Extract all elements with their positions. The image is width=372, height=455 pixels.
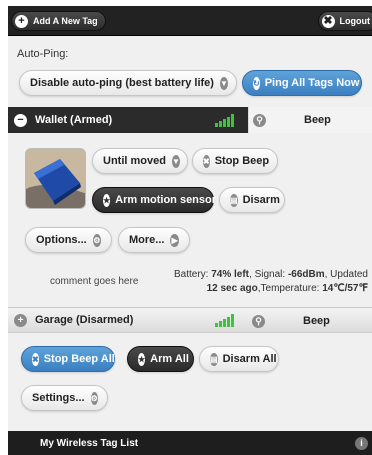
disarm-button[interactable]: ▤ Disarm <box>219 187 285 213</box>
tag-status: Battery: 74% left, Signal: -66dBm, Updat… <box>168 268 368 296</box>
options-label: Options... <box>36 234 87 246</box>
battery-prefix: Battery: <box>173 269 212 280</box>
logout-label: Logout <box>339 16 371 26</box>
wallet-image <box>26 149 85 208</box>
signal-icon <box>215 113 237 127</box>
beep-label: Beep <box>303 315 330 327</box>
disarm-label: Disarm <box>242 194 280 206</box>
until-moved-label: Until moved <box>103 155 166 167</box>
options-button[interactable]: Options... ⚙ <box>25 227 112 253</box>
temp-value: 14℃/57℉ <box>322 283 368 294</box>
tag-name: Wallet (Armed) <box>35 114 113 126</box>
signal-prefix: , Signal: <box>249 269 288 280</box>
header-bar: + Add A New Tag ✖ Logout <box>8 6 372 36</box>
beep-label: Beep <box>304 114 331 126</box>
footer-bar: My Wireless Tag List i <box>8 431 372 455</box>
close-icon: ✖ <box>203 154 210 168</box>
stop-beep-button[interactable]: ✖ Stop Beep <box>192 148 278 174</box>
updated-prefix: , Updated <box>324 269 368 280</box>
arm-all-label: Arm All <box>150 353 189 365</box>
close-icon: ✖ <box>321 14 335 28</box>
until-moved-select[interactable]: Until moved ▼ <box>92 148 188 174</box>
arm-motion-label: Arm motion sensor <box>115 194 217 206</box>
expand-icon[interactable]: + <box>14 313 27 327</box>
disarm-all-label: Disarm All <box>222 353 277 365</box>
temp-prefix: ,Temperature: <box>257 283 323 294</box>
autoping-select-value: Disable auto-ping (best battery life) <box>30 77 214 89</box>
more-button[interactable]: More... ▶ <box>118 227 190 253</box>
chevron-down-icon: ▼ <box>171 154 180 168</box>
ping-all-label: Ping All Tags Now <box>264 77 360 89</box>
autoping-label: Auto-Ping: <box>17 48 69 60</box>
arm-motion-button[interactable]: ★ Arm motion sensor <box>92 187 217 213</box>
stop-beep-all-label: Stop Beep All <box>43 353 115 365</box>
signal-value: -66dBm <box>287 269 325 280</box>
autoping-select[interactable]: Disable auto-ping (best battery life) ▼ <box>19 70 237 96</box>
disarm-icon: ▤ <box>210 352 218 366</box>
ping-all-button[interactable]: ↻ Ping All Tags Now <box>242 70 362 96</box>
gear-icon: ⚙ <box>90 391 98 405</box>
settings-button[interactable]: Settings... ⚙ <box>21 385 108 411</box>
close-icon: ✖ <box>32 352 39 366</box>
tag-comment: comment goes here <box>50 276 139 287</box>
add-tag-label: Add A New Tag <box>33 16 98 26</box>
chevron-right-icon: ▶ <box>170 233 179 247</box>
disarm-all-button[interactable]: ▤ Disarm All <box>199 346 279 372</box>
signal-icon <box>215 313 237 327</box>
info-icon[interactable]: i <box>355 436 368 450</box>
tag-header-wallet[interactable]: − Wallet (Armed) ⚲ Beep <box>8 107 372 133</box>
logout-button[interactable]: ✖ Logout <box>317 11 372 31</box>
plus-icon: + <box>15 14 28 28</box>
stop-beep-label: Stop Beep <box>214 155 270 167</box>
tag-photo <box>25 148 86 209</box>
refresh-icon: ↻ <box>253 76 260 90</box>
beep-control[interactable]: ⚲ Beep <box>248 107 372 133</box>
tag-name: Garage (Disarmed) <box>35 314 134 326</box>
search-icon[interactable]: ⚲ <box>253 113 266 127</box>
gear-icon: ⚙ <box>92 233 101 247</box>
star-icon: ★ <box>138 352 146 366</box>
footer-title: My Wireless Tag List <box>40 437 139 449</box>
tag-header-garage[interactable]: + Garage (Disarmed) ⚲ Beep <box>8 307 372 333</box>
collapse-icon[interactable]: − <box>14 113 27 127</box>
arm-all-button[interactable]: ★ Arm All <box>127 346 194 372</box>
settings-label: Settings... <box>32 392 85 404</box>
search-icon[interactable]: ⚲ <box>252 314 265 328</box>
more-label: More... <box>129 234 165 246</box>
disarm-icon: ▤ <box>230 193 238 207</box>
chevron-down-icon: ▼ <box>219 76 228 90</box>
beep-control[interactable]: ⚲ Beep <box>248 308 372 334</box>
star-icon: ★ <box>103 193 111 207</box>
battery-value: 74% left <box>211 269 250 280</box>
app-screen: + Add A New Tag ✖ Logout Auto-Ping: Disa… <box>8 6 372 455</box>
add-tag-button[interactable]: + Add A New Tag <box>11 11 106 31</box>
stop-beep-all-button[interactable]: ✖ Stop Beep All <box>21 346 115 372</box>
updated-value: 12 sec ago <box>206 283 258 294</box>
